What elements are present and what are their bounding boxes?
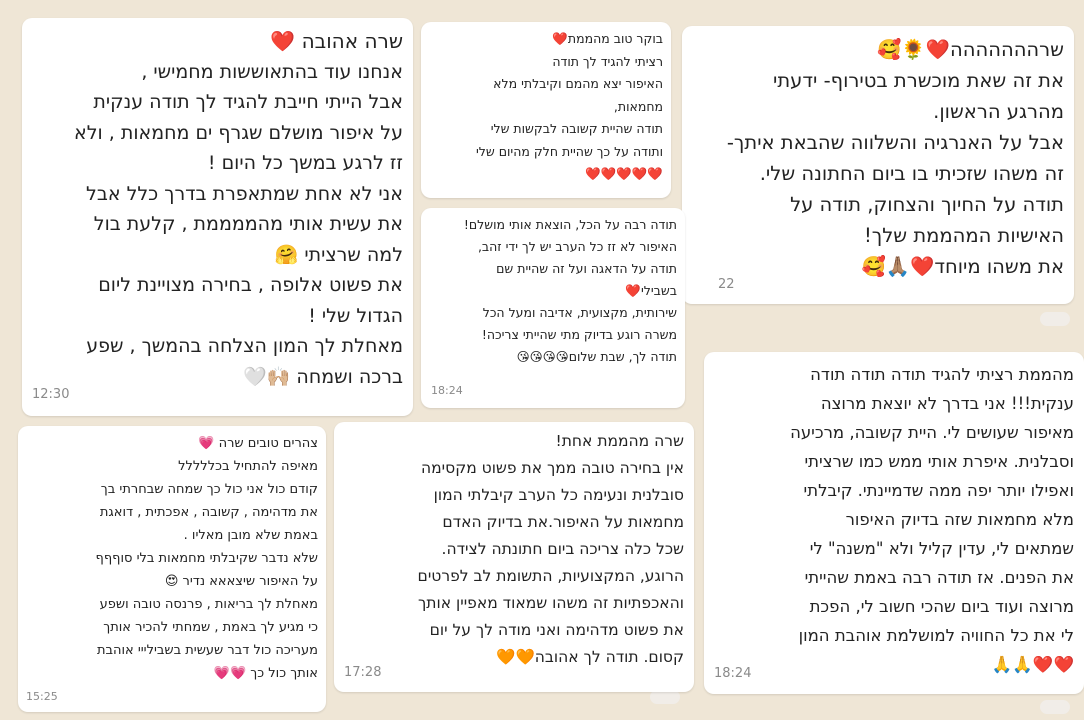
message-line: ❤️❤️❤️❤️❤️ xyxy=(585,166,663,181)
message-timestamp: 15:25 xyxy=(26,690,58,703)
message-line: האישיות המהממת שלך! xyxy=(863,224,1064,247)
message-timestamp: 12:30 xyxy=(32,386,70,402)
message-line: האיפור לא זז כל הערב יש לך ידי זהב, xyxy=(477,239,677,254)
message-line: שירותית, מקצועית, אדיבה ומעל הכל xyxy=(482,305,677,320)
message-line: מעריכה כול דבר שעשית בשבילייי אוהבת xyxy=(96,643,318,658)
message-line: שרה אהובה ❤️ xyxy=(270,29,403,53)
message-line: הרוגע, המקצועיות, התשומת לב לפרטים xyxy=(417,567,684,585)
message-line: את הפנים. אז תודה רבה באמת שהייתי xyxy=(804,568,1074,587)
partial-bubble-edge xyxy=(1040,700,1070,714)
message-line: מאיפור שעושים לי. היית קשובה, מרכיעה xyxy=(790,423,1074,442)
message-line: שכל כלה צריכה ביום חתונתה לצידה. xyxy=(441,540,684,558)
message-line: ואפילו יותר יפה ממה שדמיינתי. קיבלתי xyxy=(803,481,1074,500)
message-bubble: תודה רבה על הכל, הוצאת אותי מושלם! האיפו… xyxy=(421,208,685,408)
message-line: מאחלת לך בריאות , פרנסה טובה ושפע xyxy=(99,597,318,612)
message-line: את משהו מיוחד❤️🙏🏽🥰 xyxy=(861,255,1064,278)
message-line: שרההההההה❤️🌻🥰 xyxy=(877,38,1064,61)
message-line: תודה לך, שבת שלום😘😘😘😘 xyxy=(516,349,677,364)
message-line: ותודה על כך שהיית חלק מהיום שלי xyxy=(476,143,663,159)
message-timestamp: 22 xyxy=(718,277,735,292)
message-line: על האיפור שיצאאא נדיר 😍 xyxy=(164,574,318,589)
message-line: מהממת רציתי להגיד תודה תודה תודה xyxy=(810,365,1074,384)
message-line: למה שרציתי 🤗 xyxy=(274,243,403,266)
message-line: את מדהימה , קשובה , אפכתית , דואגת xyxy=(99,505,318,520)
message-bubble: צהרים טובים שרה 💗 מאיפה להתחיל בכללללל ק… xyxy=(18,426,326,712)
message-bubble: מהממת רציתי להגיד תודה תודה תודה ענקית!!… xyxy=(704,352,1084,694)
message-line: בשבילי❤️ xyxy=(625,283,677,298)
message-bubble: בוקר טוב מהממת❤️ רציתי להגיד לך תודה האי… xyxy=(421,22,671,198)
message-line: את עשית אותי מהממממת , קלעת בול xyxy=(93,213,403,235)
message-line: שרה מהממת אחת! xyxy=(555,432,685,450)
message-line: את פשוט מדהימה ואני מודה לך על יום xyxy=(429,621,684,639)
message-line: צהרים טובים שרה 💗 xyxy=(198,436,318,451)
message-line: באמת שלא מובן מאליו . xyxy=(183,528,318,543)
message-line: סובלנית ונעימה כל הערב קיבלתי המון xyxy=(433,486,684,504)
message-line: זה משהו שזכיתי בו ביום החתונה שלי. xyxy=(759,162,1064,185)
message-line: שלא נדבר שקיבלתי מחמאות בלי סוףףף xyxy=(95,551,318,566)
message-bubble: שרה אהובה ❤️ אנחנו עוד בהתאוששות מחמישי … xyxy=(22,18,413,416)
message-bubble: שרההההההה❤️🌻🥰 את זה שאת מוכשרת בטירוף- י… xyxy=(682,26,1074,304)
message-line: קסום. תודה לך אהובה🧡🧡 xyxy=(496,648,684,666)
message-line: מחמאות, xyxy=(613,98,663,114)
message-line: אני לא אחת שמתאפרת בדרך כלל אבל xyxy=(86,182,403,205)
message-line: בוקר טוב מהממת❤️ xyxy=(552,31,663,46)
partial-bubble-edge xyxy=(1040,312,1070,326)
message-line: תודה רבה על הכל, הוצאת אותי מושלם! xyxy=(463,217,677,232)
message-line: ❤️❤️🙏🙏 xyxy=(991,655,1074,674)
message-line: קודם כול אני כול כך שמחה שבחרתי בך xyxy=(100,482,318,497)
message-line: מחמאות על האיפור.את בדיוק האדם xyxy=(442,513,684,531)
message-line: על איפור מושלם שגרף ים מחמאות , ולא xyxy=(74,121,403,144)
message-line: וסבלנית. איפרת אותי ממש כמו שרציתי xyxy=(804,452,1074,471)
message-line: זז לרגע במשך כל היום ! xyxy=(207,152,403,174)
message-line: ברכה ושמחה 🙌🏼🤍 xyxy=(243,365,403,388)
message-line: תודה שהיית קשובה לבקשות שלי xyxy=(490,121,663,136)
message-line: מהרגע הראשון. xyxy=(933,100,1064,123)
message-line: אין בחירה טובה ממך את פשוט מקסימה xyxy=(421,459,684,477)
message-line: אנחנו עוד בהתאוששות מחמישי , xyxy=(141,60,403,83)
message-line: והאכפתיות זה משהו שמאוד מאפיין אותך xyxy=(417,594,684,612)
message-line: אבל הייתי חייבת להגיד לך תודה ענקית xyxy=(93,91,403,113)
message-line: מאיפה להתחיל בכללללל xyxy=(178,459,318,474)
message-timestamp: 17:28 xyxy=(344,665,382,680)
message-bubble: שרה מהממת אחת! אין בחירה טובה ממך את פשו… xyxy=(334,422,694,692)
message-line: אותך כול כך 💗💗 xyxy=(213,666,318,681)
message-line: את זה שאת מוכשרת בטירוף- ידעתי xyxy=(772,69,1064,92)
message-line: כי מגיע לך באמת , שמחתי להכיר אותך xyxy=(103,620,318,635)
partial-bubble-edge xyxy=(650,690,680,704)
message-line: מרוצה ועוד ביום שהכי חשוב לי, הפכת xyxy=(809,597,1074,616)
message-line: תודה על החיוך והצחוק, תודה על xyxy=(790,193,1064,216)
message-line: שמתאים לי, עדין קליל ולא "משנה" לי xyxy=(809,539,1074,558)
message-line: לי את כל החוויה למושלמת אוהבת המון xyxy=(798,626,1074,645)
message-line: רציתי להגיד לך תודה xyxy=(552,53,663,69)
message-line: את פשוט אלופה , בחירה מצויינת ליום xyxy=(98,274,403,296)
message-line: משרה רוגע בדיוק מתי שהייתי צריכה! xyxy=(481,327,677,342)
message-timestamp: 18:24 xyxy=(714,666,752,681)
message-line: מלא מחמאות שזה בדיוק האיפור xyxy=(845,510,1074,529)
message-line: תודה על הדאגה ועל זה שהיית שם xyxy=(496,261,677,276)
message-line: מאחלת לך המון הצלחה בהמשך , שפע xyxy=(86,335,403,357)
message-line: אבל על האנרגיה והשלווה שהבאת איתך- xyxy=(726,131,1064,154)
message-line: ענקית!!! אני בדרך לא יוצאת מרוצה xyxy=(820,394,1074,413)
message-timestamp: 18:24 xyxy=(431,384,463,397)
message-line: הגדול שלי ! xyxy=(308,304,403,327)
message-line: האיפור יצא מהמם וקיבלתי מלא xyxy=(493,76,663,91)
